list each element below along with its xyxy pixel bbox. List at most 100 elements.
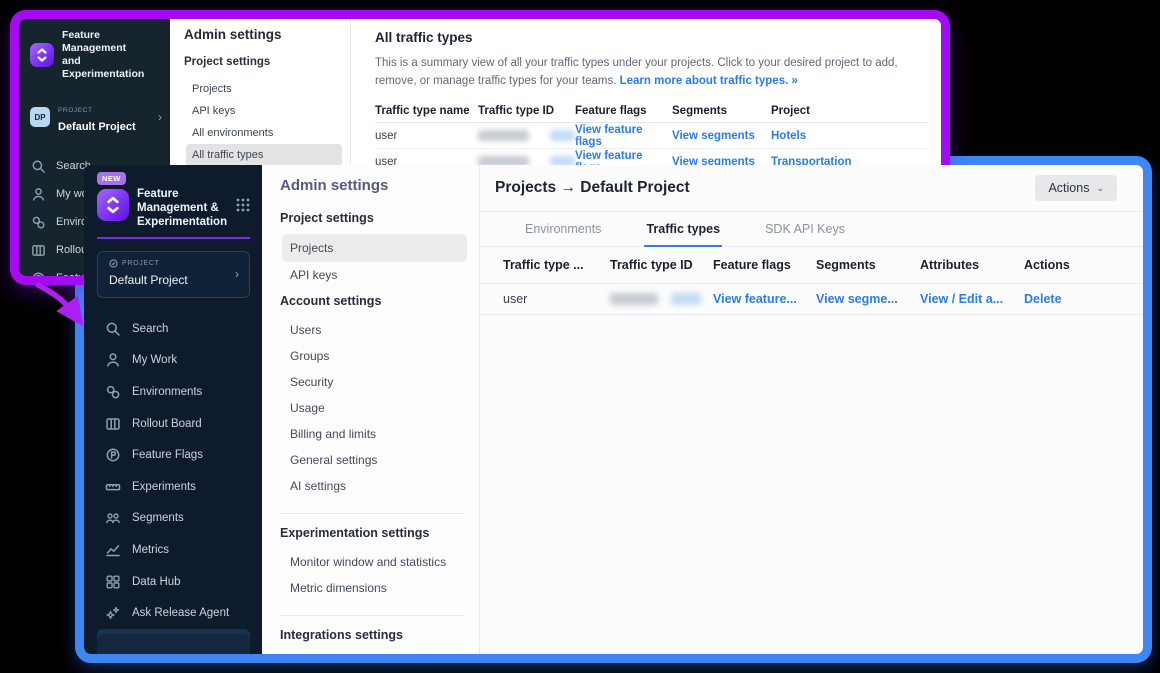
back-project-selector[interactable]: DP PROJECT Default Project ›: [19, 90, 170, 144]
panel-item-ai-settings[interactable]: AI settings: [282, 473, 467, 499]
table-row: user View feature flags View segments Ho…: [375, 123, 927, 149]
panel-item-monitor-window[interactable]: Monitor window and statistics: [282, 549, 467, 575]
panel-item-billing[interactable]: Billing and limits: [282, 421, 467, 447]
redacted-id: [610, 293, 713, 305]
divider: [280, 513, 465, 514]
breadcrumb: Projects → Default Project: [495, 179, 1035, 197]
project-icon: [109, 259, 118, 268]
panel-item-general-settings[interactable]: General settings: [282, 447, 467, 473]
view-feature-flags-link[interactable]: View feature flags: [575, 124, 672, 148]
split-logo-icon: [30, 43, 54, 67]
panel-title: Admin settings: [184, 27, 342, 42]
front-project-selector[interactable]: PROJECT Default Project ›: [97, 251, 250, 298]
sidebar-item-rollout-board[interactable]: Rollout Board: [97, 408, 250, 440]
front-brand: Feature Management & Experimentation: [97, 187, 250, 229]
panel-group-label: Experimentation settings: [280, 526, 467, 540]
waffle-menu-icon[interactable]: [235, 197, 251, 213]
front-sidebar: NEW Feature Management & Experimentation: [84, 165, 262, 654]
project-name: Default Project: [58, 121, 136, 133]
environments-icon: [31, 215, 46, 230]
view-feature-flags-link[interactable]: View feature...: [713, 292, 816, 306]
new-badge: NEW: [97, 172, 126, 185]
panel-title: Admin settings: [280, 177, 467, 194]
tab-sdk-api-keys[interactable]: SDK API Keys: [763, 212, 847, 247]
chevron-right-icon: ›: [235, 267, 239, 281]
brand-accent-line: [97, 237, 250, 239]
sidebar-item-ask-release-agent[interactable]: Ask Release Agent: [97, 597, 250, 629]
chevron-down-icon: ⌄: [1096, 183, 1104, 194]
view-edit-attributes-link[interactable]: View / Edit a...: [920, 292, 1024, 306]
panel-group-label: Project settings: [184, 56, 342, 68]
environments-icon: [105, 384, 121, 400]
squares-icon: [105, 574, 121, 590]
sidebar-item-partial: [97, 634, 250, 654]
front-settings-panel: Admin settings Project settings Projects…: [262, 165, 480, 654]
project-badge: DP: [30, 107, 50, 127]
panel-item-integrations[interactable]: Integrations: [282, 651, 467, 654]
page-description: This is a summary view of all your traff…: [375, 54, 925, 90]
divider: [280, 615, 465, 616]
annotated-screenshot: Feature Management and Experimentation D…: [0, 0, 1160, 673]
sidebar-item-search[interactable]: Search: [97, 313, 250, 345]
sidebar-item-data-hub[interactable]: Data Hub: [97, 566, 250, 598]
view-segments-link[interactable]: View segme...: [816, 292, 920, 306]
panel-item-security[interactable]: Security: [282, 369, 467, 395]
main-header: Projects → Default Project Actions ⌄: [480, 165, 1143, 212]
board-icon: [105, 416, 121, 432]
traffic-types-table: Traffic type name Traffic type ID Featur…: [375, 99, 927, 175]
table-header-row: Traffic type name Traffic type ID Featur…: [375, 99, 927, 123]
panel-item-all-traffic-types[interactable]: All traffic types: [186, 144, 342, 166]
panel-item-users[interactable]: Users: [282, 317, 467, 343]
sidebar-item-segments[interactable]: Segments: [97, 503, 250, 535]
page-title: All traffic types: [375, 30, 927, 45]
panel-item-api-keys[interactable]: API keys: [186, 100, 342, 122]
panel-item-all-environments[interactable]: All environments: [186, 122, 342, 144]
flag-icon: [105, 447, 121, 463]
sidebar-item-my-work[interactable]: My Work: [97, 345, 250, 377]
split-logo-icon: [97, 189, 129, 221]
front-brand-title: Feature Management & Experimentation: [137, 187, 227, 229]
project-link[interactable]: Hotels: [771, 130, 927, 142]
panel-item-api-keys[interactable]: API keys: [282, 262, 467, 288]
panel-item-groups[interactable]: Groups: [282, 343, 467, 369]
panel-item-projects[interactable]: Projects: [186, 78, 342, 100]
project-name: Default Project: [109, 273, 188, 287]
project-label: PROJECT: [58, 107, 93, 114]
sidebar-item-feature-flags[interactable]: Feature Flags: [97, 439, 250, 471]
actions-button[interactable]: Actions ⌄: [1035, 175, 1117, 201]
panel-group-label: Project settings: [280, 211, 467, 225]
sidebar-item-environments[interactable]: Environments: [97, 376, 250, 408]
search-icon: [105, 321, 121, 337]
project-label: PROJECT: [109, 259, 235, 268]
learn-more-link[interactable]: Learn more about traffic types. »: [620, 75, 798, 87]
chart-icon: [105, 542, 121, 558]
tab-bar: Environments Traffic types SDK API Keys: [480, 212, 1143, 247]
front-main: Projects → Default Project Actions ⌄ Env…: [480, 165, 1143, 654]
person-icon: [31, 187, 46, 202]
sidebar-item-metrics[interactable]: Metrics: [97, 534, 250, 566]
panel-group-label: Integrations settings: [280, 628, 467, 642]
front-window: NEW Feature Management & Experimentation: [84, 165, 1143, 654]
tab-environments[interactable]: Environments: [523, 212, 603, 247]
panel-item-usage[interactable]: Usage: [282, 395, 467, 421]
redacted-id: [478, 130, 575, 141]
annotation-arrow: [18, 268, 98, 334]
sparkles-icon: [105, 605, 121, 621]
chevron-right-icon: ›: [158, 110, 162, 124]
sidebar-item-experiments[interactable]: Experiments: [97, 471, 250, 503]
people-icon: [105, 510, 121, 526]
table-row: user View feature... View segme... View …: [480, 284, 1143, 315]
search-icon: [31, 159, 46, 174]
back-brand: Feature Management and Experimentation: [19, 19, 170, 90]
panel-item-projects[interactable]: Projects: [282, 234, 467, 262]
view-segments-link[interactable]: View segments: [672, 130, 771, 142]
front-nav: Search My Work Environments Rollout Boar…: [97, 313, 250, 654]
panel-group-label: Account settings: [280, 294, 467, 308]
tab-traffic-types[interactable]: Traffic types: [644, 212, 722, 247]
panel-item-metric-dimensions[interactable]: Metric dimensions: [282, 575, 467, 601]
delete-link[interactable]: Delete: [1024, 292, 1143, 306]
person-icon: [105, 352, 121, 368]
board-icon: [31, 243, 46, 258]
table-header-row: Traffic type ... Traffic type ID Feature…: [480, 247, 1143, 284]
back-brand-title: Feature Management and Experimentation: [62, 29, 160, 81]
